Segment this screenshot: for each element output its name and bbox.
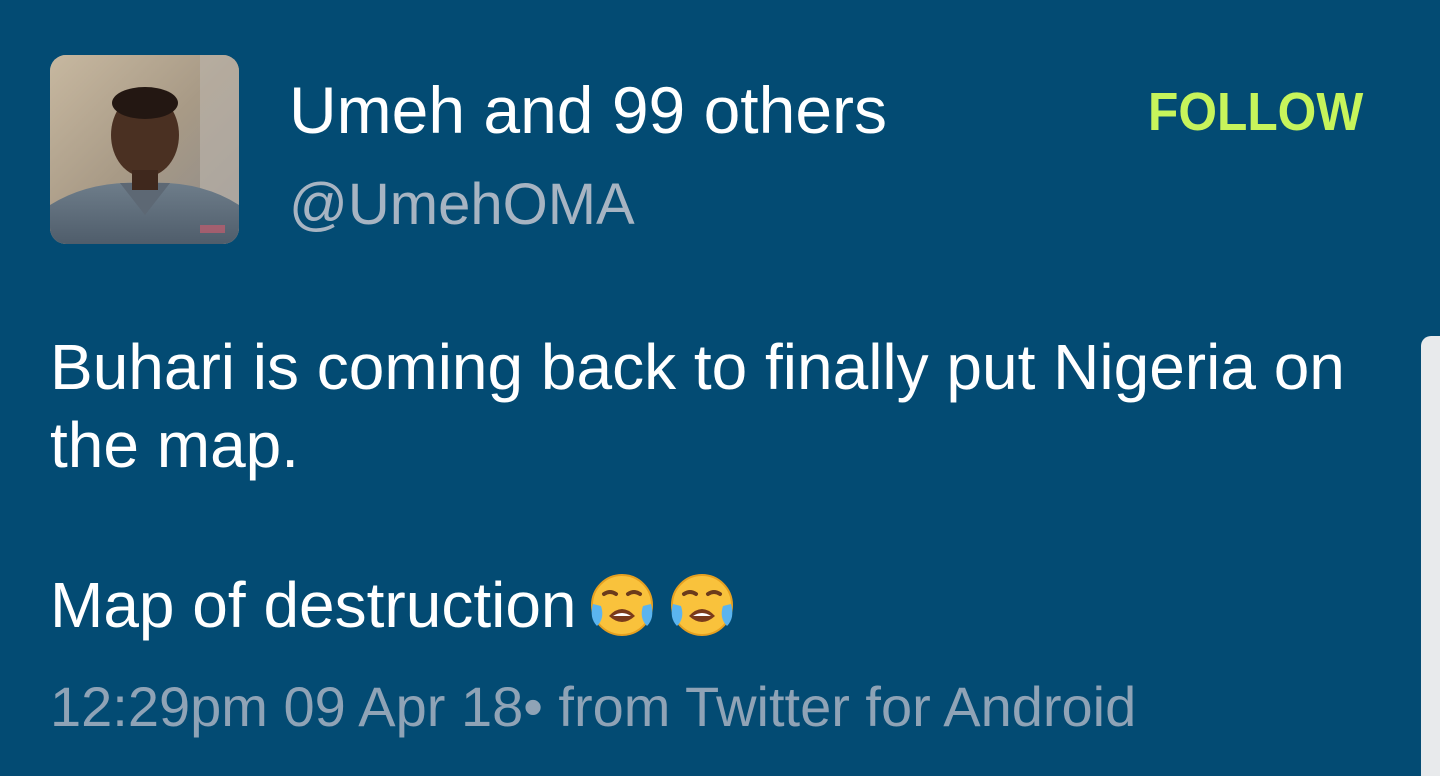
tweet-text: Buhari is coming back to finally put Nig… [50, 331, 1345, 481]
tweet-text-line2: Map of destruction [50, 566, 737, 644]
avatar-photo [50, 55, 239, 244]
scrollbar[interactable] [1421, 336, 1440, 776]
loudly-crying-face-icon [587, 570, 657, 640]
user-handle[interactable]: @UmehOMA [289, 172, 635, 238]
tweet-timestamp-source: 12:29pm 09 Apr 18• from Twitter for Andr… [50, 675, 1137, 738]
avatar[interactable] [50, 55, 239, 244]
display-name[interactable]: Umeh and 99 others [289, 72, 887, 148]
tweet-text-second-paragraph: Map of destruction [50, 569, 577, 641]
loudly-crying-face-icon [667, 570, 737, 640]
follow-button[interactable]: FOLLOW [1148, 80, 1363, 144]
tweet-card: Umeh and 99 others @UmehOMA FOLLOW Buhar… [0, 0, 1440, 776]
